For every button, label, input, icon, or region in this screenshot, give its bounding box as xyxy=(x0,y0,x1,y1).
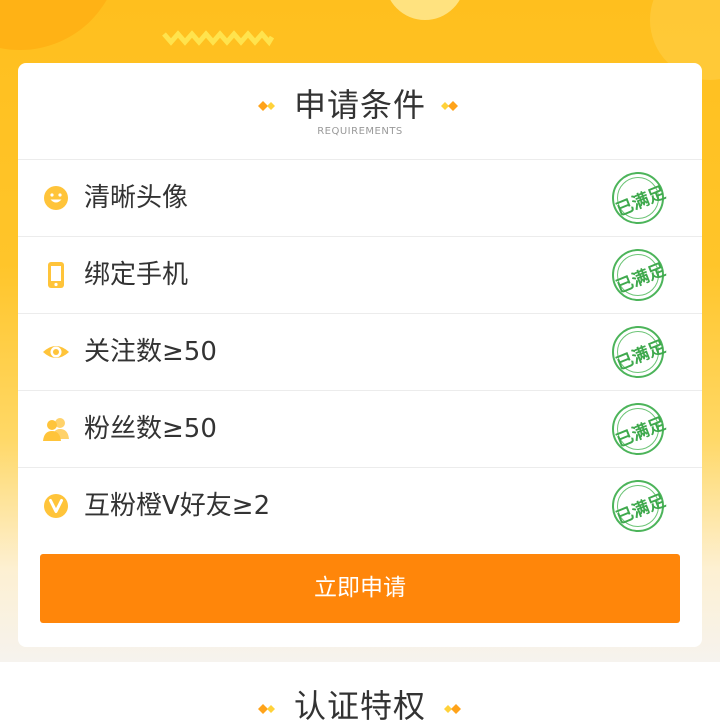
requirements-subtitle: REQUIREMENTS xyxy=(317,126,403,137)
eye-icon xyxy=(43,346,69,358)
requirement-label: 互粉橙V好友≥2 xyxy=(84,491,271,521)
phone-icon xyxy=(48,262,64,288)
requirement-row: 互粉橙V好友≥2 已满足 xyxy=(18,468,702,545)
users-icon xyxy=(43,418,69,441)
requirement-row: 绑定手机 已满足 xyxy=(18,237,702,314)
satisfied-stamp: 已满足 xyxy=(612,249,668,301)
satisfied-stamp: 已满足 xyxy=(612,403,668,455)
requirement-label: 粉丝数≥50 xyxy=(84,414,217,444)
requirements-header: 申请条件 REQUIREMENTS xyxy=(18,63,702,160)
diamond-decor-icon xyxy=(441,101,458,111)
satisfied-stamp: 已满足 xyxy=(612,172,668,224)
privileges-section: 认证特权 xyxy=(0,662,720,720)
decor-circle xyxy=(0,0,120,50)
requirements-card: 申请条件 REQUIREMENTS 清晰头像 已满足 绑定手机 已满足 关注数≥… xyxy=(18,63,702,647)
satisfied-stamp: 已满足 xyxy=(612,480,668,532)
diamond-decor-icon xyxy=(444,704,461,714)
stamp-label: 已满足 xyxy=(613,182,669,221)
requirements-title: 申请条件 xyxy=(293,86,426,124)
decor-circle xyxy=(385,0,465,20)
stamp-label: 已满足 xyxy=(613,490,669,529)
stamp-label: 已满足 xyxy=(613,259,669,298)
apply-now-button[interactable]: 立即申请 xyxy=(40,554,680,623)
v-badge-icon xyxy=(44,494,68,518)
requirement-label: 清晰头像 xyxy=(84,183,189,213)
stamp-label: 已满足 xyxy=(613,336,669,375)
requirement-label: 关注数≥50 xyxy=(84,337,217,367)
requirement-label: 绑定手机 xyxy=(84,260,189,290)
requirement-row: 清晰头像 已满足 xyxy=(18,160,702,237)
stamp-label: 已满足 xyxy=(613,413,669,452)
requirement-row: 关注数≥50 已满足 xyxy=(18,314,702,391)
requirement-row: 粉丝数≥50 已满足 xyxy=(18,391,702,468)
smiley-icon xyxy=(44,186,68,210)
privileges-title: 认证特权 xyxy=(293,687,426,720)
zigzag-decoration xyxy=(162,30,274,47)
satisfied-stamp: 已满足 xyxy=(612,326,668,378)
